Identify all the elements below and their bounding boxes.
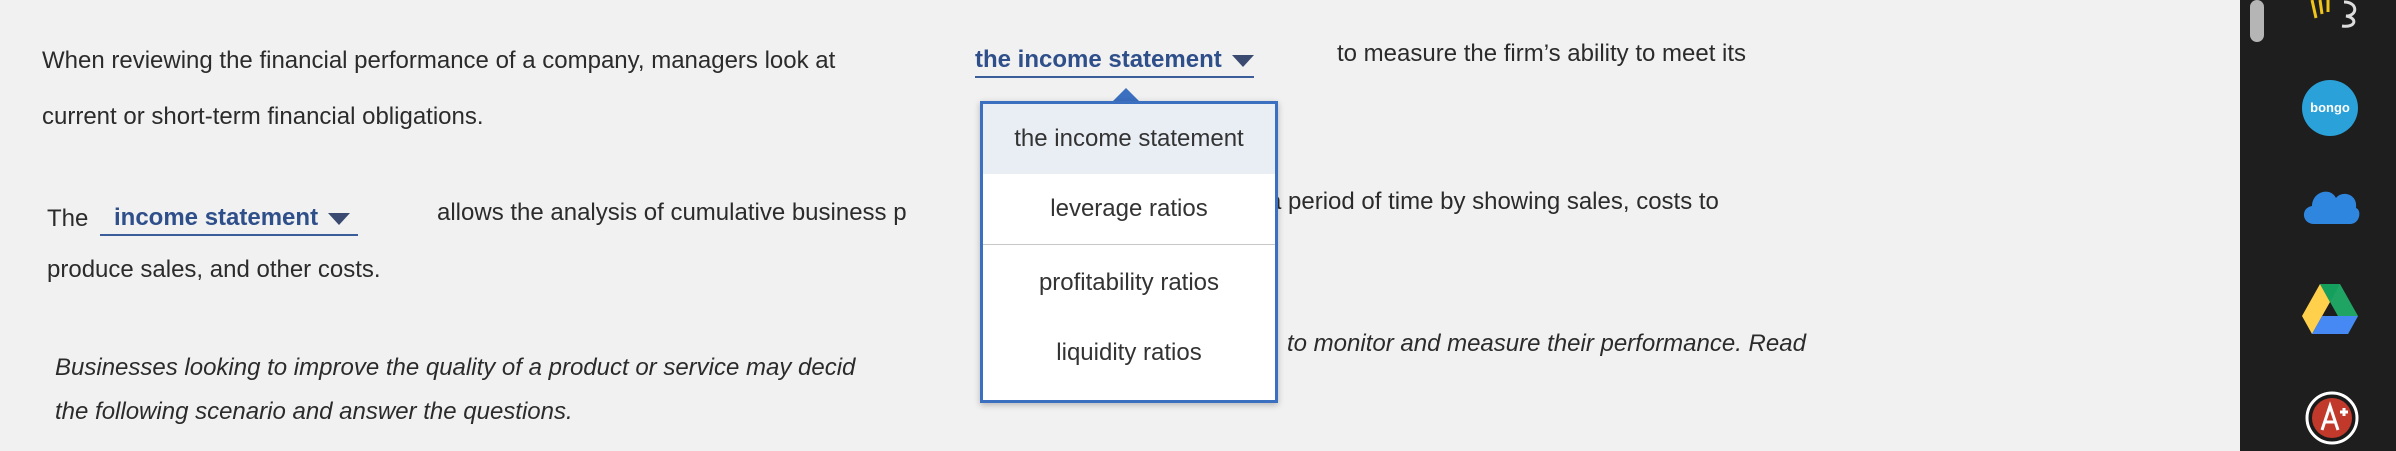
paragraph2-line1-after-right: a period of time by showing sales, costs… (1268, 188, 1719, 215)
paragraph2-dropdown-value: income statement (114, 204, 319, 231)
bongo-icon[interactable]: bongo (2300, 78, 2360, 143)
paragraph1-line2: current or short-term financial obligati… (42, 103, 484, 130)
paragraph1-dropdown[interactable]: the income statement (975, 46, 1254, 78)
paragraph2-dropdown[interactable]: income statement (100, 204, 359, 236)
cloud-icon[interactable] (2298, 180, 2362, 235)
paragraph1-line1-before: When reviewing the financial performance… (42, 47, 836, 74)
question-content: When reviewing the financial performance… (0, 0, 2240, 451)
dropdown-menu: the income statement leverage ratios pro… (980, 101, 1278, 403)
paragraph3-line1-after-right: to monitor and measure their performance… (1287, 330, 1806, 357)
paragraph1-dropdown-value: the income statement (975, 46, 1222, 73)
paragraph2-line2: produce sales, and other costs. (47, 256, 381, 283)
bongo-label: bongo (2310, 100, 2350, 115)
option-liquidity-ratios[interactable]: liquidity ratios (983, 318, 1275, 388)
option-leverage-ratios[interactable]: leverage ratios (983, 174, 1275, 245)
paragraph2-line1-after: allows the analysis of cumulative busine… (437, 199, 907, 226)
paragraph3-line2: the following scenario and answer the qu… (55, 398, 573, 425)
chevron-down-icon (1231, 54, 1254, 67)
paragraph2-line1-before: The (47, 205, 89, 232)
paragraph3-line1-before: Businesses looking to improve the qualit… (55, 354, 856, 381)
option-the-income-statement[interactable]: the income statement (983, 104, 1275, 175)
paragraph1-line1-after: to measure the firm’s ability to meet it… (1337, 40, 1747, 67)
chevron-down-icon (328, 212, 351, 225)
right-sidebar: bongo (2240, 0, 2396, 451)
partial-app-icon[interactable] (2300, 0, 2370, 35)
google-drive-icon[interactable] (2300, 282, 2360, 343)
grade-a-plus-icon[interactable] (2304, 390, 2360, 451)
scrollbar-thumb[interactable] (2250, 0, 2264, 42)
option-profitability-ratios[interactable]: profitability ratios (983, 248, 1275, 319)
